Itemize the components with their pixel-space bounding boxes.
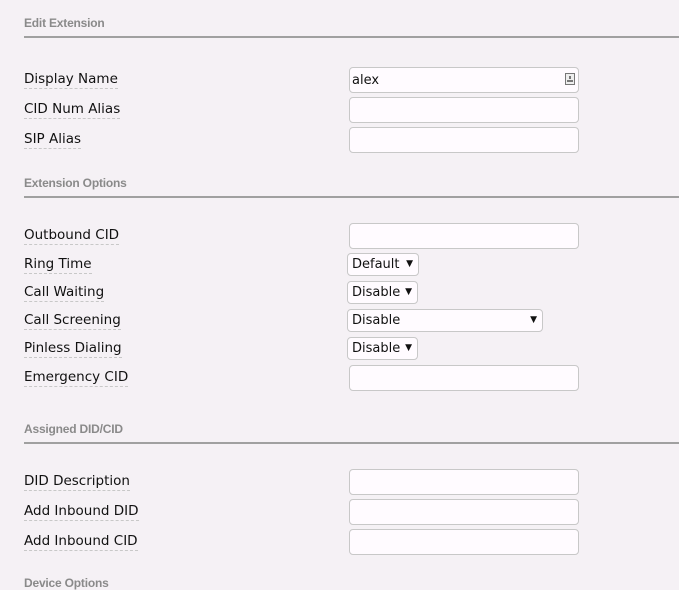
section-heading-assigned-did-cid: Assigned DID/CID	[24, 422, 123, 436]
did-description-input[interactable]	[349, 469, 579, 495]
call-screening-select[interactable]: Disable ▼	[347, 309, 543, 332]
section-heading-device-options: Device Options	[24, 576, 109, 590]
ring-time-select[interactable]: Default ▼	[347, 253, 419, 276]
dropdown-arrow-icon: ▼	[530, 315, 537, 325]
outbound-cid-input[interactable]	[349, 223, 579, 249]
dropdown-arrow-icon: ▼	[406, 259, 413, 269]
sip-alias-label: SIP Alias	[24, 131, 82, 149]
cid-num-alias-label: CID Num Alias	[24, 101, 121, 119]
add-inbound-did-input[interactable]	[349, 499, 579, 525]
dropdown-arrow-icon: ▼	[405, 287, 412, 297]
emergency-cid-label: Emergency CID	[24, 369, 129, 387]
ring-time-label: Ring Time	[24, 256, 92, 274]
outbound-cid-label: Outbound CID	[24, 227, 120, 245]
section-divider	[24, 196, 679, 198]
emergency-cid-input[interactable]	[349, 365, 579, 391]
did-description-label: DID Description	[24, 473, 130, 491]
pinless-dialing-select[interactable]: Disable ▼	[347, 337, 418, 360]
cid-num-alias-input[interactable]	[349, 97, 579, 123]
section-heading-extension-options: Extension Options	[24, 176, 127, 190]
section-divider	[24, 36, 679, 38]
display-name-input[interactable]	[349, 67, 579, 93]
section-heading-edit-extension: Edit Extension	[24, 16, 105, 30]
sip-alias-input[interactable]	[349, 127, 579, 153]
call-waiting-select[interactable]: Disable ▼	[347, 281, 418, 304]
display-name-field-wrapper	[349, 67, 579, 93]
call-screening-label: Call Screening	[24, 312, 121, 330]
dropdown-arrow-icon: ▼	[405, 343, 412, 353]
pinless-dialing-label: Pinless Dialing	[24, 340, 122, 358]
call-waiting-selected-value: Disable	[352, 285, 401, 300]
call-screening-selected-value: Disable	[352, 313, 401, 328]
add-inbound-cid-label: Add Inbound CID	[24, 533, 138, 551]
contact-card-icon[interactable]	[565, 73, 575, 85]
section-divider	[24, 442, 679, 444]
call-waiting-label: Call Waiting	[24, 284, 105, 302]
display-name-label: Display Name	[24, 71, 118, 89]
pinless-dialing-selected-value: Disable	[352, 341, 401, 356]
ring-time-selected-value: Default	[352, 257, 400, 272]
add-inbound-did-label: Add Inbound DID	[24, 503, 139, 521]
add-inbound-cid-input[interactable]	[349, 529, 579, 555]
